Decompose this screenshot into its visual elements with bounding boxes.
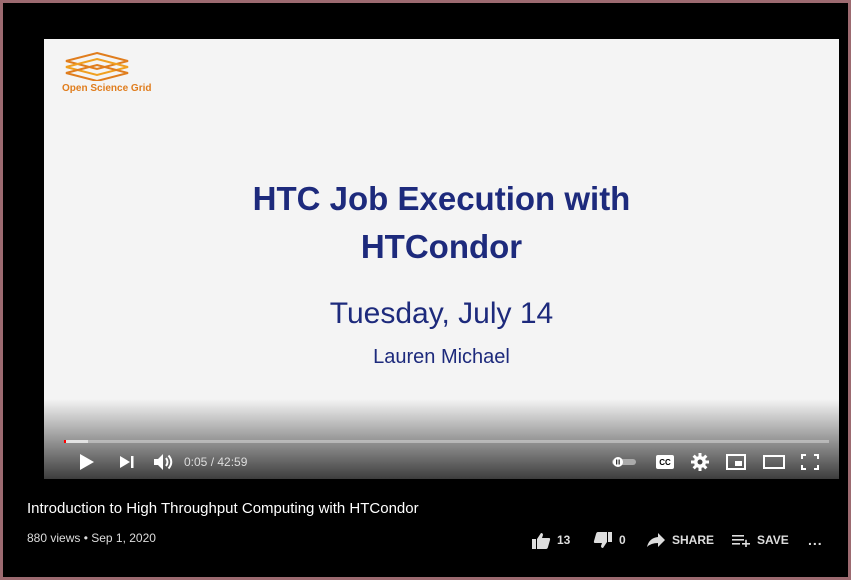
more-icon: ... <box>808 532 823 548</box>
playlist-add-icon <box>732 535 750 547</box>
captions-button[interactable]: CC <box>652 449 678 475</box>
thumbs-down-icon <box>593 531 612 548</box>
logo-text: Open Science Grid <box>62 83 152 94</box>
miniplayer-button[interactable] <box>723 449 749 475</box>
volume-button[interactable] <box>149 449 179 475</box>
views-and-date: 880 views • Sep 1, 2020 <box>27 531 156 545</box>
autoplay-toggle[interactable] <box>609 449 639 475</box>
volume-icon <box>154 454 173 470</box>
video-player[interactable]: Open Science Grid HTC Job Execution with… <box>44 39 839 479</box>
slide-author: Lauren Michael <box>373 346 510 368</box>
settings-icon <box>691 453 709 471</box>
slide-title-line2: HTCondor <box>360 228 523 265</box>
save-label: SAVE <box>757 533 789 547</box>
more-actions-button[interactable]: ... <box>808 531 823 549</box>
osg-logo: Open Science Grid <box>62 51 172 99</box>
thumbs-up-icon <box>532 532 551 549</box>
fullscreen-icon <box>801 454 819 470</box>
like-button[interactable]: 13 <box>531 531 570 549</box>
next-icon <box>120 456 134 468</box>
time-display: 0:05 / 42:59 <box>184 455 248 469</box>
page-frame: Open Science Grid HTC Job Execution with… <box>3 3 848 577</box>
play-button[interactable] <box>74 449 100 475</box>
like-count: 13 <box>557 533 571 547</box>
dislike-button[interactable]: 0 <box>593 531 626 549</box>
save-button[interactable]: SAVE <box>731 531 789 549</box>
play-icon <box>80 454 94 470</box>
share-button[interactable]: SHARE <box>646 531 714 549</box>
next-button[interactable] <box>114 449 140 475</box>
captions-label: CC <box>659 457 671 467</box>
dislike-count: 0 <box>619 533 626 547</box>
theater-mode-button[interactable] <box>760 449 788 475</box>
osg-logo-icon <box>65 51 129 83</box>
progress-buffered <box>64 440 88 443</box>
share-label: SHARE <box>672 533 715 547</box>
autoplay-toggle-icon <box>612 457 636 467</box>
progress-bar[interactable] <box>64 440 829 443</box>
share-arrow-icon <box>647 533 665 547</box>
progress-played <box>64 440 66 443</box>
slide-title-line1: HTC Job Execution with <box>252 180 631 217</box>
captions-icon: CC <box>656 455 674 469</box>
slide-date: Tuesday, July 14 <box>329 297 554 330</box>
miniplayer-icon <box>726 454 746 470</box>
settings-button[interactable] <box>687 449 713 475</box>
fullscreen-button[interactable] <box>797 449 823 475</box>
theater-icon <box>763 455 785 469</box>
video-title: Introduction to High Throughput Computin… <box>27 500 419 517</box>
